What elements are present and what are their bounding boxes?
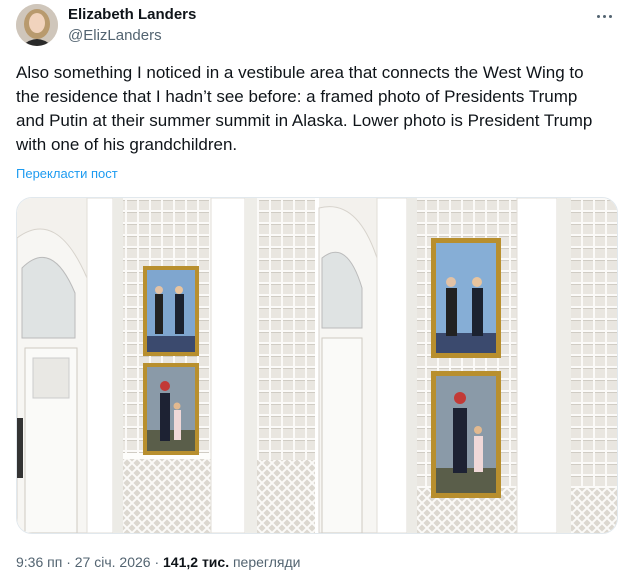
media-grid[interactable] xyxy=(16,197,618,534)
media-photos xyxy=(17,198,617,533)
display-name[interactable]: Elizabeth Landers xyxy=(68,5,196,24)
views-count: 141,2 тис. xyxy=(163,554,230,570)
user-handle[interactable]: @ElizLanders xyxy=(68,26,196,46)
profile-photo-icon xyxy=(16,4,58,46)
tweet-header: Elizabeth Landers @ElizLanders xyxy=(16,4,618,50)
avatar[interactable] xyxy=(16,4,58,46)
photo-right[interactable] xyxy=(318,198,617,533)
photo-left[interactable] xyxy=(17,198,315,533)
more-options-icon[interactable] xyxy=(592,6,616,26)
post-date[interactable]: 27 січ. 2026 xyxy=(75,554,151,570)
separator: · xyxy=(66,554,71,570)
separator: · xyxy=(154,554,160,570)
author-names: Elizabeth Landers @ElizLanders xyxy=(68,5,196,46)
post-time[interactable]: 9:36 пп xyxy=(16,554,62,570)
tweet-meta: 9:36 пп · 27 січ. 2026 · 141,2 тис. пере… xyxy=(16,554,300,570)
tweet-text: Also something I noticed in a vestibule … xyxy=(16,63,593,154)
translate-post-link[interactable]: Перекласти пост xyxy=(16,166,118,181)
views-label: перегляди xyxy=(232,554,301,570)
